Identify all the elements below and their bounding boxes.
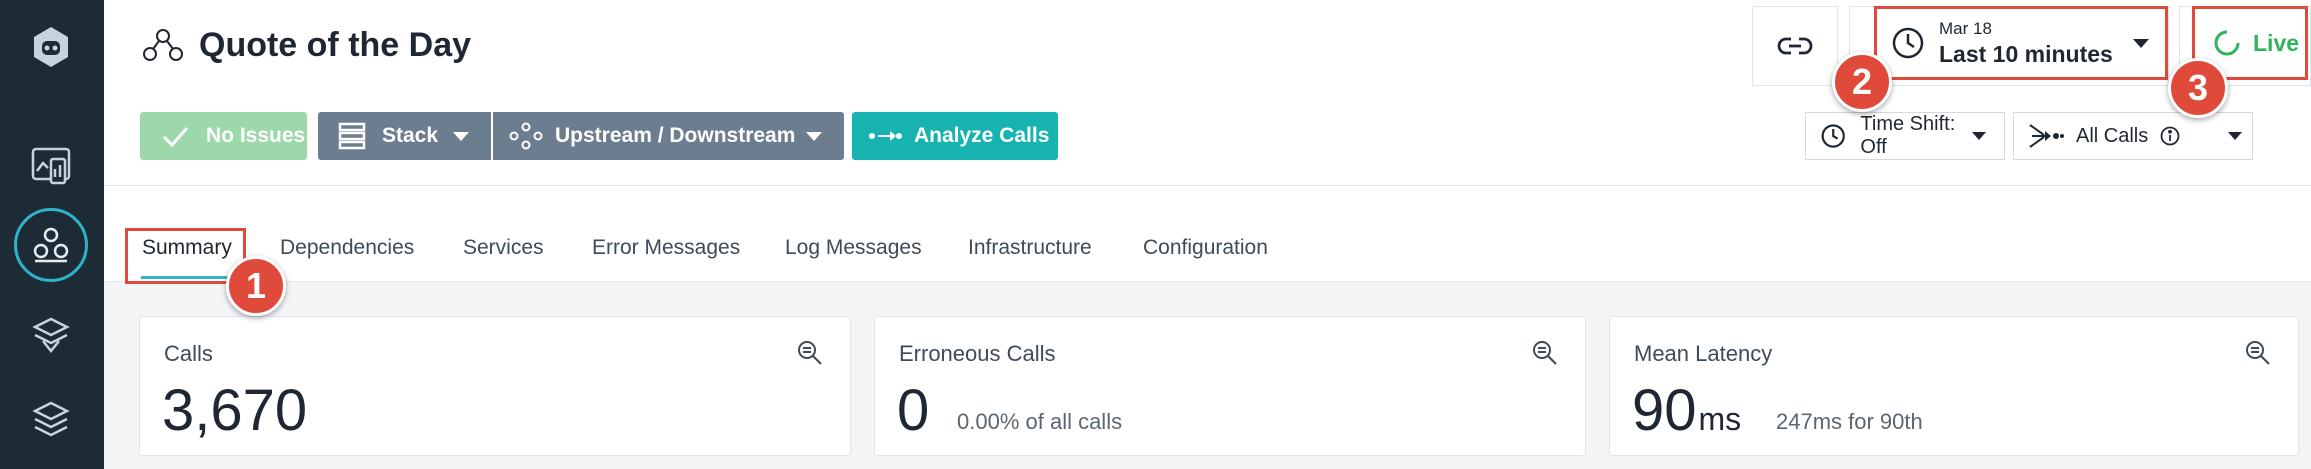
clock-icon: [1892, 27, 1924, 59]
service-icon[interactable]: [22, 306, 80, 364]
call-filter-label: All Calls: [2076, 124, 2149, 147]
callout-badge-1: 1: [226, 256, 286, 316]
chevron-down-icon: [1972, 132, 1986, 140]
latency-number: 90: [1632, 378, 1697, 443]
link-icon: [1777, 37, 1813, 55]
call-filter-dropdown[interactable]: All Calls: [2013, 112, 2253, 160]
time-shift-label: Time Shift: Off: [1860, 113, 1956, 158]
page-title: Quote of the Day: [199, 26, 472, 64]
card-value: 3,670: [162, 378, 308, 443]
time-range-date: Mar 18: [1939, 18, 1992, 38]
stack-icon: [338, 122, 366, 150]
dashboard-icon[interactable]: [22, 136, 80, 194]
magnifier-icon[interactable]: [2244, 339, 2272, 367]
analyze-calls-icon: [869, 131, 902, 141]
card-value: 90ms: [1632, 377, 1741, 444]
magnifier-icon[interactable]: [1531, 339, 1559, 367]
upstream-downstream-icon: [509, 122, 543, 150]
card-subtext: 0.00% of all calls: [957, 409, 1123, 434]
tab-configuration[interactable]: Configuration: [1143, 236, 1268, 260]
clock-icon: [1821, 124, 1845, 148]
erroneous-calls-card: Erroneous Calls 0 0.00% of all calls: [874, 316, 1586, 456]
tab-summary[interactable]: Summary: [142, 236, 232, 260]
chevron-down-icon: [2228, 132, 2242, 140]
info-icon[interactable]: [2160, 126, 2180, 146]
tab-error-messages[interactable]: Error Messages: [592, 236, 740, 260]
application-icon[interactable]: [14, 208, 88, 282]
card-title: Erroneous Calls: [899, 341, 1056, 366]
header: Quote of the Day No Issues Stack Upstrea…: [104, 0, 2311, 186]
mean-latency-card: Mean Latency 90ms 247ms for 90th: [1609, 316, 2299, 456]
upstream-downstream-dropdown[interactable]: Upstream / Downstream: [493, 112, 844, 160]
tab-infrastructure[interactable]: Infrastructure: [968, 236, 1092, 260]
infrastructure-icon[interactable]: [22, 390, 80, 448]
check-icon: [162, 127, 189, 148]
time-shift-dropdown[interactable]: Time Shift: Off: [1805, 112, 2005, 160]
stack-label: Stack: [382, 124, 439, 147]
tab-dependencies[interactable]: Dependencies: [280, 236, 414, 260]
calls-card: Calls 3,670: [139, 316, 851, 456]
application-icon: [143, 29, 183, 61]
callout-badge-3: 3: [2168, 58, 2228, 118]
time-range-label: Last 10 minutes: [1939, 40, 2113, 67]
live-label: Live: [2253, 29, 2300, 56]
copy-link-button[interactable]: [1752, 6, 1838, 86]
tab-services[interactable]: Services: [463, 236, 544, 260]
no-issues-button[interactable]: No Issues: [140, 112, 307, 160]
live-spinner-icon: [2214, 30, 2240, 56]
active-tab-indicator: [141, 276, 230, 279]
time-range-selector[interactable]: Mar 18 Last 10 minutes: [1874, 6, 2168, 80]
analyze-calls-label: Analyze Calls: [914, 124, 1050, 147]
latency-unit: ms: [1698, 401, 1742, 437]
no-issues-label: No Issues: [206, 124, 306, 147]
robot-logo-icon[interactable]: [22, 18, 80, 76]
stack-dropdown[interactable]: Stack: [318, 112, 491, 160]
magnifier-icon[interactable]: [796, 339, 824, 367]
incoming-calls-icon: [2029, 124, 2064, 148]
tab-log-messages[interactable]: Log Messages: [785, 236, 922, 260]
chevron-down-icon: [806, 131, 822, 141]
sidebar: [0, 0, 104, 469]
card-title: Calls: [164, 341, 213, 366]
chevron-down-icon: [2133, 38, 2149, 48]
card-value: 0: [897, 378, 930, 443]
card-subtext: 247ms for 90th: [1776, 409, 1923, 434]
card-title: Mean Latency: [1634, 341, 1773, 366]
upstream-downstream-label: Upstream / Downstream: [555, 124, 796, 147]
callout-badge-2: 2: [1832, 52, 1892, 112]
chevron-down-icon: [453, 131, 469, 141]
analyze-calls-button[interactable]: Analyze Calls: [852, 112, 1058, 160]
tab-bar: Summary Dependencies Services Error Mess…: [104, 186, 2311, 284]
